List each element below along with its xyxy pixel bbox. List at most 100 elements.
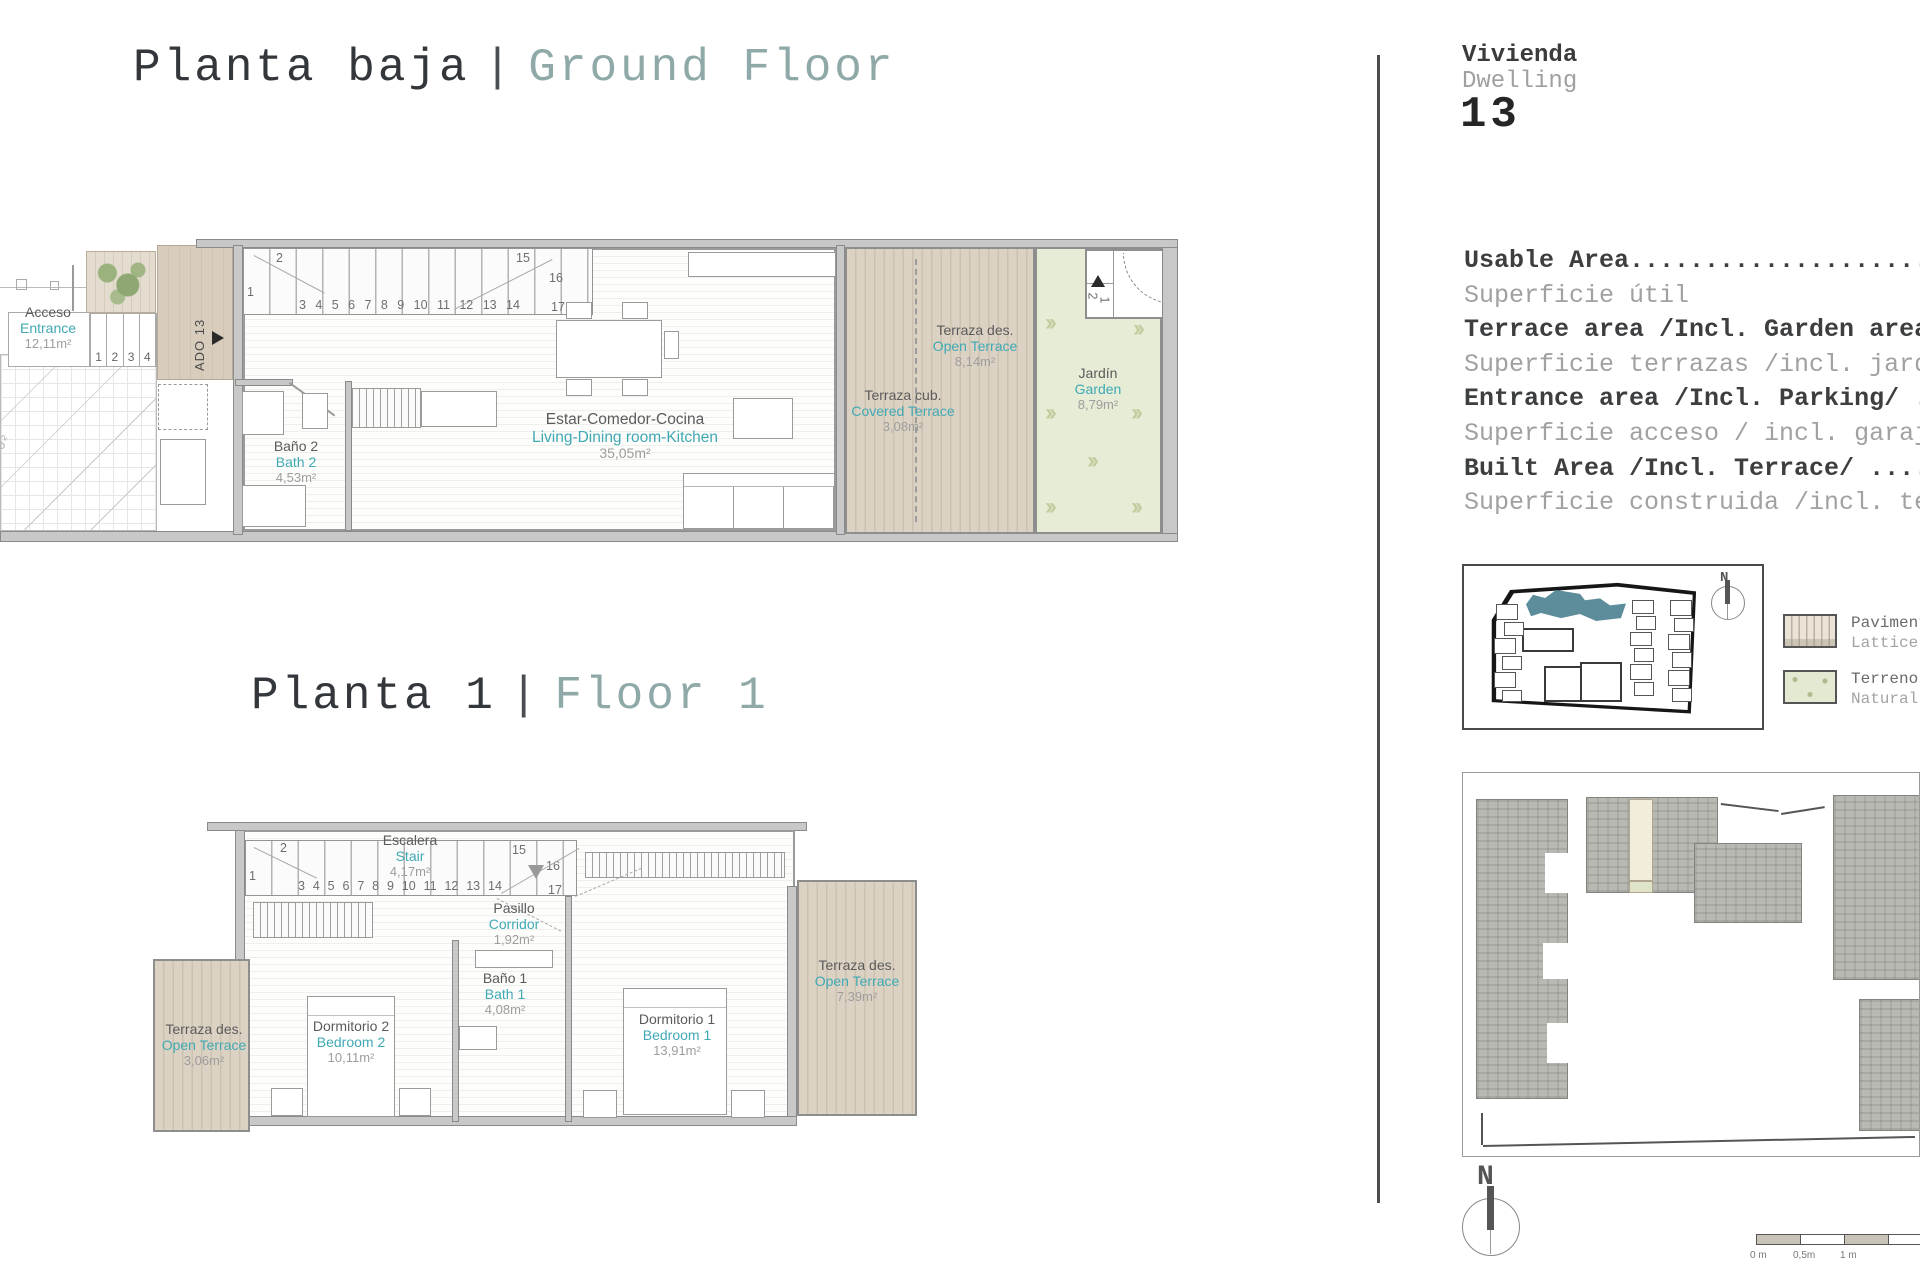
chair <box>622 302 648 319</box>
site-building <box>1580 662 1622 702</box>
stair-number: 7 <box>364 298 372 312</box>
legend-label: Lattice <box>1851 634 1919 652</box>
nightstand <box>731 1090 765 1118</box>
garden-arrow-icon <box>1133 317 1141 341</box>
area-label-en: Built Area /Incl. Terrace/ ......... <box>1464 453 1920 483</box>
room-label-entrance: Acceso Entrance 12,11m² <box>19 304 77 351</box>
area-label-en: Usable Area.......................... <box>1464 246 1920 275</box>
room-label-terrace-left: Terraza des. Open Terrace 3,06m² <box>161 1021 247 1068</box>
plot-boundary <box>1720 803 1779 813</box>
ground-floor-plan: 0² Acceso Entrance 12,11m² 1234 ADO 13 2… <box>0 239 1178 542</box>
site-building <box>1494 672 1516 688</box>
highlighted-dwelling-garden <box>1629 881 1653 893</box>
title-separator: | <box>509 670 541 722</box>
title-es: Planta baja <box>133 42 470 94</box>
room-label-corridor: Pasillo Corridor 1,92m² <box>488 900 540 947</box>
stair-number: 10 <box>401 879 416 893</box>
stair-number: 2 <box>280 841 287 855</box>
room-label-bath1: Baño 1 Bath 1 4,08m² <box>482 970 528 1017</box>
porch-post <box>50 281 59 290</box>
entry-step-number: 2 <box>107 314 124 366</box>
site-building <box>1544 666 1582 702</box>
stair-number: 3 <box>299 298 306 312</box>
dwelling-label-es: Vivienda <box>1462 42 1578 69</box>
nightstand <box>399 1088 431 1116</box>
stair-number: 4 <box>315 298 323 312</box>
building-cluster <box>1859 999 1919 1131</box>
site-building <box>1674 618 1694 632</box>
stair-number: 8 <box>372 879 380 893</box>
stair-direction-icon <box>528 865 544 879</box>
building-cluster <box>1694 843 1802 923</box>
stair-number: 7 <box>357 879 365 893</box>
site-building <box>1494 638 1516 654</box>
legend-swatch-natural <box>1783 670 1837 704</box>
floorplan-sheet: Planta baja | Ground Floor 0² Acceso Entra… <box>0 0 1920 1280</box>
area-label-es: Superficie acceso / incl. garaje/ <box>1464 418 1920 448</box>
area-row: Built Area /Incl. Terrace/ ......... Sup… <box>1464 454 1920 523</box>
room-label-living: Estar-Comedor-Cocina Living-Dining room-… <box>531 411 719 461</box>
porch-post <box>16 279 27 290</box>
dining-table <box>556 320 662 378</box>
floor1-plan: Terraza des. Open Terrace 3,06m² Terraza… <box>147 800 922 1148</box>
step-number: 1 <box>1097 296 1112 304</box>
entry-arrow-icon <box>1091 275 1105 287</box>
site-building <box>1634 682 1654 696</box>
stair-number: 14 <box>506 298 520 312</box>
area-row: Usable Area.......................... Su… <box>1464 246 1920 315</box>
area-row: Entrance area /Incl. Parking/ ...... Sup… <box>1464 384 1920 453</box>
area-label-es: Superficie construida /incl. terraza <box>1464 488 1920 518</box>
garden-arrow-icon <box>1131 401 1139 425</box>
site-building <box>1502 656 1522 670</box>
plot-boundary <box>1481 1113 1483 1145</box>
scale-bar-segment <box>1888 1234 1920 1245</box>
sofa-back <box>684 474 834 487</box>
stair-number: 5 <box>331 298 339 312</box>
room-label-bedroom2: Dormitorio 2 Bedroom 2 10,11m² <box>312 1018 390 1065</box>
area-row: Terrace area /Incl. Garden area/ ... Sup… <box>1464 315 1920 384</box>
stair-number: 14 <box>488 879 502 893</box>
room-label-covered-terrace: Terraza cub. Covered Terrace 3,08m² <box>851 387 955 434</box>
bed-pillow <box>308 997 394 1016</box>
wall <box>235 379 293 386</box>
cluster-notch <box>1547 1023 1569 1063</box>
chair <box>566 302 592 319</box>
stair-number: 13 <box>482 298 497 312</box>
room-label-terrace-right: Terraza des. Open Terrace 7,39m² <box>814 957 900 1004</box>
room-label-bedroom1: Dormitorio 1 Bedroom 1 13,91m² <box>638 1011 716 1058</box>
stair-number: 17 <box>551 300 565 314</box>
site-building <box>1672 688 1692 702</box>
scale-label: 0 m <box>1750 1250 1767 1261</box>
stair-number: 8 <box>380 298 388 312</box>
site-building <box>1672 652 1692 668</box>
plot-boundary <box>1781 806 1825 815</box>
site-building <box>1670 600 1692 616</box>
area-label-en: Entrance area /Incl. Parking/ ...... <box>1464 384 1920 414</box>
stair-number: 9 <box>397 298 405 312</box>
chair <box>622 379 648 396</box>
title-separator: | <box>483 42 515 94</box>
nightstand <box>271 1088 303 1116</box>
stair-number: 3 <box>298 879 305 893</box>
stair-number: 12 <box>444 879 459 893</box>
wall <box>452 940 459 1122</box>
stair-ground: 2 1 15 16 17 3 4 5 6 7 8 9 10 11 12 13 14 <box>243 248 593 315</box>
chair <box>664 331 679 359</box>
stair-number: 1 <box>247 285 254 299</box>
site-building <box>1504 622 1524 636</box>
legend-label: Pavimento <box>1851 614 1920 632</box>
kitchen-counter <box>421 391 497 427</box>
ground-floor-title: Planta baja | Ground Floor <box>133 42 896 94</box>
room-label-stair: Escalera Stair 4,17m² <box>382 832 438 879</box>
wall <box>1162 247 1178 534</box>
wall <box>565 896 572 1122</box>
garden-arrow-icon <box>1131 495 1139 519</box>
unit-tag: ADO 13 <box>192 318 207 371</box>
stair-number: 11 <box>436 298 450 312</box>
plant-drawing <box>86 251 156 313</box>
shower <box>242 485 306 527</box>
title-en: Floor 1 <box>554 670 769 722</box>
building-cluster <box>1833 795 1919 980</box>
site-building <box>1668 634 1690 650</box>
garden-arrow-icon <box>1045 401 1053 425</box>
